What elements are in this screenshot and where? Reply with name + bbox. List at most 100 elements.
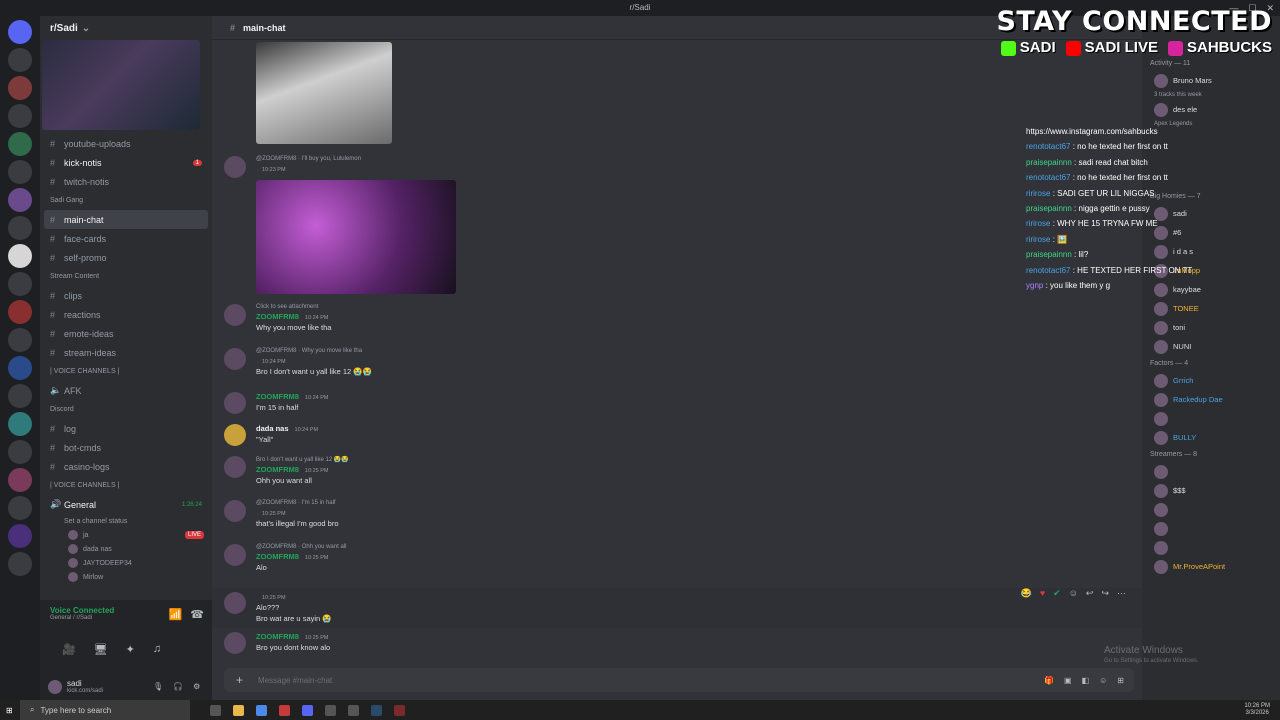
heart-icon[interactable]: ♥	[1040, 588, 1045, 599]
channel-clips[interactable]: # clips	[40, 286, 212, 305]
taskbar-clock[interactable]: 10:26 PM 3/3/2026	[1244, 703, 1270, 717]
reply-preview[interactable]: @ZOOMFRM8 · Why you move like tha	[256, 348, 372, 354]
channel-bot-cmds[interactable]: # bot-cmds	[40, 438, 212, 457]
discord-icon[interactable]	[302, 704, 313, 716]
member-item[interactable]	[1142, 519, 1280, 538]
member-item[interactable]: Grrich	[1142, 371, 1280, 390]
server-icon[interactable]	[8, 216, 32, 240]
member-item[interactable]: Bruno Mars	[1142, 71, 1280, 90]
member-item[interactable]: BULLY	[1142, 428, 1280, 447]
avatar[interactable]	[224, 500, 246, 522]
member-item[interactable]: Rackedup Dae	[1142, 390, 1280, 409]
server-icon[interactable]	[8, 356, 32, 380]
reply-icon[interactable]: ↩	[1086, 588, 1094, 599]
image-attachment[interactable]	[256, 180, 456, 294]
screen-share-icon[interactable]: 🖥	[94, 643, 108, 656]
image-attachment[interactable]	[256, 42, 392, 144]
gif-icon[interactable]: ▣	[1064, 676, 1072, 685]
gift-icon[interactable]: 🎁	[1044, 676, 1054, 685]
chrome-icon[interactable]	[256, 704, 267, 716]
server-icon[interactable]	[8, 412, 32, 436]
server-icon[interactable]	[8, 104, 32, 128]
message-author[interactable]: ZOOMFRM8	[256, 465, 299, 474]
category-sadi-gang[interactable]: Sadi Gang	[40, 191, 212, 210]
server-icon[interactable]	[8, 468, 32, 492]
member-item[interactable]	[1142, 409, 1280, 428]
member-item[interactable]	[1142, 538, 1280, 557]
message-author[interactable]: ZOOMFRM8	[256, 632, 299, 641]
camera-icon[interactable]: 🎥	[62, 643, 76, 656]
channel-emote-ideas[interactable]: # emote-ideas	[40, 324, 212, 343]
channel-self-promo[interactable]: # self-promo	[40, 248, 212, 267]
server-icon[interactable]	[8, 272, 32, 296]
windows-start-icon[interactable]: ⊞	[6, 706, 13, 715]
reaction-icon[interactable]: 😂	[1021, 588, 1032, 599]
channel-log[interactable]: # log	[40, 419, 212, 438]
avatar[interactable]	[224, 304, 246, 326]
server-icon[interactable]	[8, 188, 32, 212]
channel-casino-logs[interactable]: # casino-logs	[40, 457, 212, 476]
message-author[interactable]: ZOOMFRM8	[256, 552, 299, 561]
reply-preview[interactable]: @ZOOMFRM8 · I'll buy you, Lululemon	[256, 156, 361, 162]
home-icon[interactable]	[8, 20, 32, 44]
mic-icon[interactable]: 🎙	[153, 682, 163, 691]
add-reaction-icon[interactable]: ☺	[1069, 588, 1078, 599]
channel-main-chat[interactable]: # main-chat	[44, 210, 208, 229]
server-icon[interactable]	[8, 524, 32, 548]
member-item[interactable]: TONEE	[1142, 299, 1280, 318]
channel-kick-notis[interactable]: # kick-notis 1	[40, 153, 212, 172]
emoji-icon[interactable]: ☺	[1099, 676, 1107, 685]
channel-face-cards[interactable]: # face-cards	[40, 229, 212, 248]
soundboard-icon[interactable]: ♫	[153, 643, 161, 656]
more-icon[interactable]: ⋯	[1117, 588, 1126, 599]
server-icon[interactable]	[8, 132, 32, 156]
channel-reactions[interactable]: # reactions	[40, 305, 212, 324]
member-item[interactable]: toni	[1142, 318, 1280, 337]
taskbar-search[interactable]: ⌕ Type here to search	[20, 700, 190, 720]
avatar[interactable]	[224, 632, 246, 654]
server-icon[interactable]	[8, 328, 32, 352]
signal-icon[interactable]: 📶	[169, 608, 183, 621]
member-item[interactable]	[1142, 500, 1280, 519]
headphones-icon[interactable]: 🎧	[173, 682, 183, 691]
channel-afk[interactable]: 🔈 AFK	[40, 381, 212, 400]
server-icon[interactable]	[8, 300, 32, 324]
channel-twitch-notis[interactable]: # twitch-notis	[40, 172, 212, 191]
server-icon[interactable]	[8, 160, 32, 184]
steam-icon[interactable]	[371, 704, 382, 716]
message[interactable]: 10:25 PM Alo??? Bro wat are u sayin 😭 😂 …	[212, 588, 1142, 628]
app-icon[interactable]	[348, 704, 359, 716]
server-icon[interactable]	[8, 552, 32, 576]
server-icon[interactable]	[8, 48, 32, 72]
channel-stream-ideas[interactable]: # stream-ideas	[40, 343, 212, 362]
member-item[interactable]: des ele	[1142, 100, 1280, 119]
avatar[interactable]	[224, 544, 246, 566]
file-explorer-icon[interactable]	[233, 704, 244, 716]
avatar[interactable]	[224, 456, 246, 478]
app-icon[interactable]	[279, 704, 290, 716]
category-voice-channels[interactable]: | VOICE CHANNELS |	[40, 362, 212, 381]
reply-preview[interactable]: Bro I don't want u yall like 12 😭😭	[256, 456, 349, 463]
task-view-icon[interactable]	[210, 704, 221, 716]
voice-user[interactable]: JAYTODEEP34	[40, 556, 212, 570]
voice-user[interactable]: Mirlow	[40, 570, 212, 584]
member-item[interactable]: $$$	[1142, 481, 1280, 500]
plus-icon[interactable]: +	[236, 673, 243, 687]
reply-preview[interactable]: Click to see attachment	[256, 304, 331, 310]
message-input[interactable]: + Message #main-chat 🎁 ▣ ◧ ☺ ⊞	[224, 668, 1134, 692]
voice-channel-general[interactable]: 🔊 General 1:26:24	[40, 495, 212, 514]
server-icon[interactable]	[8, 384, 32, 408]
message-author[interactable]: ZOOMFRM8	[256, 312, 299, 321]
apps-icon[interactable]: ⊞	[1117, 676, 1124, 685]
message-author[interactable]: ZOOMFRM8	[256, 392, 299, 401]
channel-youtube-uploads[interactable]: # youtube-uploads	[40, 134, 212, 153]
avatar[interactable]	[224, 156, 246, 178]
avatar[interactable]	[224, 592, 246, 614]
gear-icon[interactable]: ⚙	[193, 682, 200, 691]
obs-icon[interactable]	[394, 704, 405, 716]
disconnect-icon[interactable]: ☎	[190, 608, 204, 621]
avatar[interactable]	[224, 392, 246, 414]
forward-icon[interactable]: ↪	[1101, 588, 1109, 599]
avatar[interactable]	[224, 424, 246, 446]
voice-user[interactable]: dada nas	[40, 542, 212, 556]
